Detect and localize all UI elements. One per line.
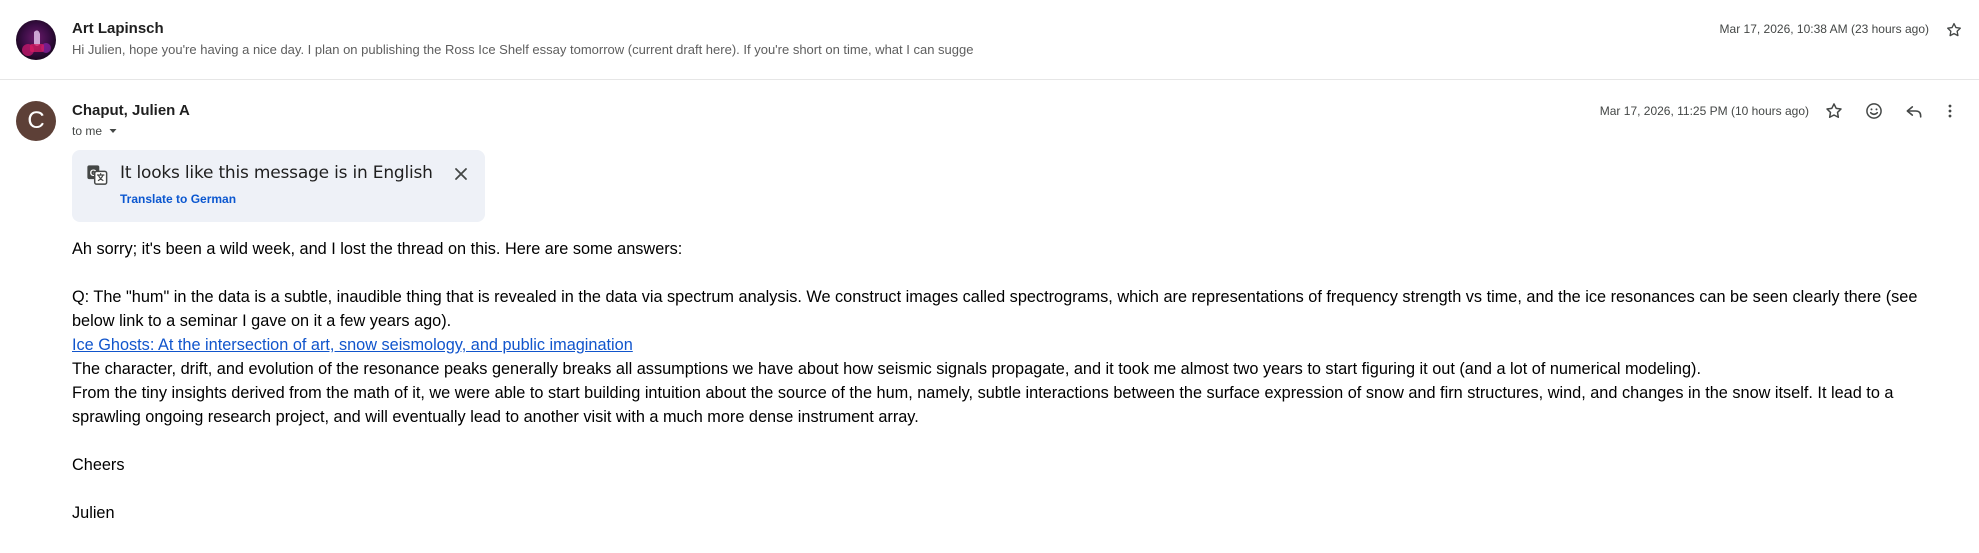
collapsed-message[interactable]: Art Lapinsch Hi Julien, hope you're havi…	[0, 0, 1979, 80]
avatar-letter: C	[27, 107, 45, 134]
recipient-label: to me	[72, 124, 103, 138]
reply-button[interactable]	[1902, 99, 1926, 123]
star-icon	[1826, 103, 1842, 118]
more-options-button[interactable]	[1938, 99, 1962, 123]
translate-message: It looks like this message is in English	[120, 163, 433, 183]
recipient-details-toggle[interactable]: to me	[72, 124, 118, 138]
star-button[interactable]	[1822, 99, 1846, 123]
sender-name: Art Lapinsch	[72, 20, 164, 37]
seminar-link-line: Ice Ghosts: At the intersection of art, …	[72, 333, 1952, 357]
sender-avatar: C	[16, 101, 56, 141]
seminar-link[interactable]: Ice Ghosts: At the intersection of art, …	[72, 336, 633, 354]
translate-link[interactable]: Translate to German	[120, 192, 236, 206]
sender-avatar	[16, 20, 56, 60]
body-paragraph: The character, drift, and evolution of t…	[72, 360, 1701, 378]
sender-name: Chaput, Julien A	[72, 102, 190, 119]
emoji-icon	[1866, 103, 1882, 119]
reply-icon	[1906, 106, 1922, 118]
email-thread: Art Lapinsch Hi Julien, hope you're havi…	[0, 0, 1979, 553]
closing-line: Cheers	[72, 456, 125, 474]
close-icon	[455, 168, 467, 180]
answer-paragraph: Q: The "hum" in the data is a subtle, in…	[72, 288, 1918, 330]
signature-line: Julien	[72, 504, 115, 522]
message-body: Ah sorry; it's been a wild week, and I l…	[72, 237, 1952, 525]
translate-banner: G It looks like this message is in Engli…	[72, 150, 485, 222]
chevron-down-icon	[109, 129, 117, 133]
translate-icon: G	[86, 164, 108, 186]
message-date: Mar 17, 2026, 11:25 PM (10 hours ago)	[1599, 104, 1809, 118]
more-vertical-icon	[1948, 104, 1952, 118]
add-reaction-button[interactable]	[1862, 99, 1886, 123]
message-snippet: Hi Julien, hope you're having a nice day…	[72, 42, 974, 57]
body-paragraph: From the tiny insights derived from the …	[72, 384, 1894, 426]
message-date: Mar 17, 2026, 10:38 AM (23 hours ago)	[1719, 22, 1929, 36]
greeting-paragraph: Ah sorry; it's been a wild week, and I l…	[72, 240, 683, 258]
close-banner-button[interactable]	[451, 164, 471, 184]
message-actions	[1822, 99, 1962, 123]
star-icon[interactable]	[1942, 18, 1966, 42]
